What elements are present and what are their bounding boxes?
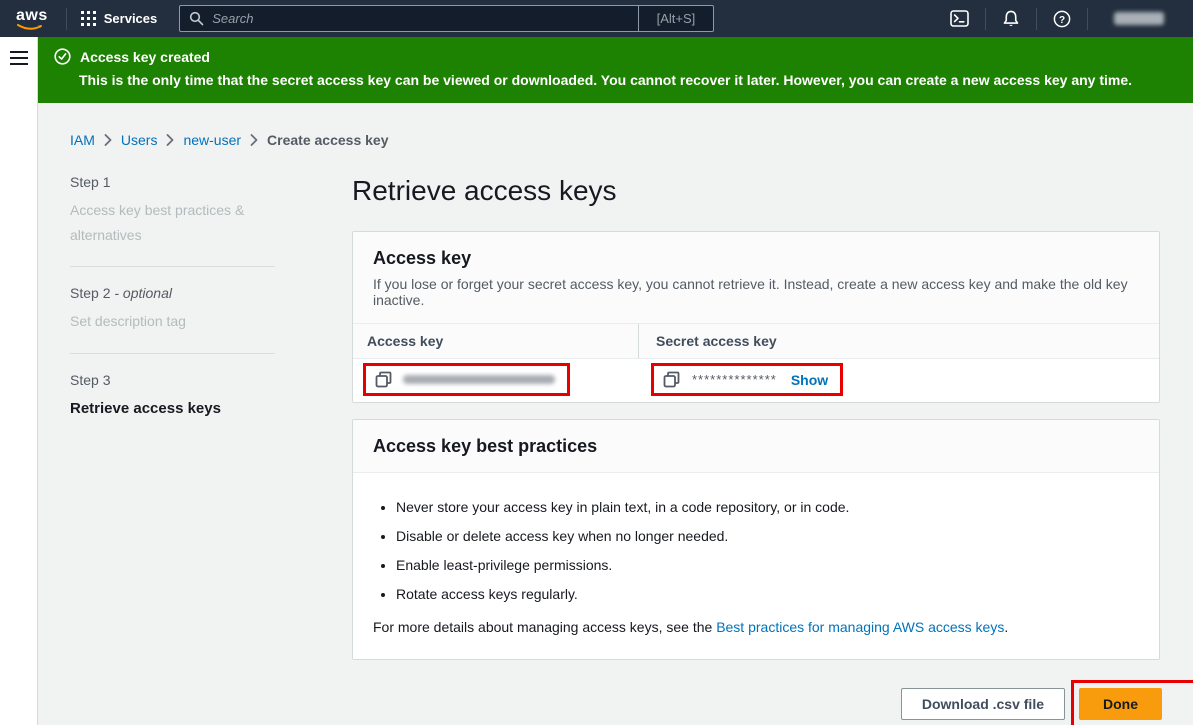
best-practices-card-title: Access key best practices [373,436,1139,457]
step-number: Step 2 - optional [70,285,275,301]
best-practice-item: Disable or delete access key when no lon… [396,528,1139,544]
search-shortcut-hint: [Alt+S] [638,6,714,31]
action-buttons-row: Download .csv file Done [352,680,1160,725]
search-placeholder: Search [212,11,637,26]
best-practice-item: Rotate access keys regularly. [396,586,1139,602]
help-icon: ? [1053,10,1071,28]
chevron-right-icon [166,134,174,146]
copy-icon[interactable] [375,371,392,388]
aws-logo[interactable]: aws [14,7,52,31]
footer-text: For more details about managing access k… [373,619,716,635]
content-area: Access key created This is the only time… [38,37,1193,725]
best-practices-card: Access key best practices Never store yo… [352,419,1160,660]
footer-text: . [1004,619,1008,635]
nav-divider [1087,8,1088,30]
breadcrumb-users[interactable]: Users [121,132,158,148]
best-practice-item: Never store your access key in plain tex… [396,499,1139,515]
breadcrumb-current: Create access key [267,132,388,148]
step-number: Step 1 [70,174,275,190]
page-title: Retrieve access keys [352,175,1160,207]
show-secret-link[interactable]: Show [791,372,828,388]
services-menu-button[interactable]: Services [81,11,158,26]
page-body: Access key created This is the only time… [0,37,1193,725]
flashbar-title: Access key created [80,49,210,65]
access-key-card: Access key If you lose or forget your se… [352,231,1160,403]
search-input[interactable]: Search [Alt+S] [179,5,714,32]
notifications-button[interactable] [989,10,1033,28]
cloudshell-button[interactable] [937,10,982,27]
cloudshell-icon [950,10,969,27]
left-rail [0,37,38,725]
svg-text:?: ? [1059,15,1065,26]
aws-smile-icon [17,24,43,31]
search-icon [189,11,204,26]
chevron-right-icon [104,134,112,146]
breadcrumb-new-user[interactable]: new-user [183,132,241,148]
services-grid-icon [81,11,96,26]
secret-key-column-header: Secret access key [638,324,1159,358]
key-table-header: Access key Secret access key [353,324,1159,359]
annotation-red-box-done: Done [1071,680,1193,725]
success-check-icon [54,48,71,65]
services-label: Services [104,11,158,26]
breadcrumb-iam[interactable]: IAM [70,132,95,148]
key-table-row: ************** Show [353,359,1159,402]
breadcrumb: IAM Users new-user Create access key [70,132,1161,148]
nav-right-group: ? [937,8,1181,30]
best-practices-card-header: Access key best practices [353,420,1159,473]
best-practices-card-body: Never store your access key in plain tex… [353,473,1159,659]
secret-key-cell: ************** Show [638,363,1159,396]
annotation-red-box-access-key [363,363,570,396]
wizard-steps: Step 1 Access key best practices & alter… [70,174,275,725]
success-flashbar: Access key created This is the only time… [38,37,1193,103]
step-divider [70,266,275,267]
flashbar-description: This is the only time that the secret ac… [79,72,1175,88]
access-key-value-redacted [403,375,555,384]
account-name-redacted [1114,12,1164,25]
step-label-current: Retrieve access keys [70,396,275,422]
best-practices-list: Never store your access key in plain tex… [373,499,1139,602]
access-key-column-header: Access key [353,324,638,358]
access-key-card-title: Access key [373,248,1139,269]
step-divider [70,353,275,354]
best-practices-link[interactable]: Best practices for managing AWS access k… [716,619,1004,635]
step-label: Set description tag [70,309,275,334]
download-csv-button[interactable]: Download .csv file [901,688,1065,720]
nav-divider [985,8,986,30]
chevron-right-icon [250,134,258,146]
access-key-card-header: Access key If you lose or forget your se… [353,232,1159,324]
nav-divider [66,8,67,30]
access-key-cell [353,363,638,396]
step-label: Access key best practices & alternatives [70,198,275,247]
aws-logo-text: aws [16,7,48,24]
top-navigation-bar: aws Services Search [Alt+S] [0,0,1193,37]
wizard-step-2: Step 2 - optional Set description tag [70,285,275,334]
hamburger-menu-icon[interactable] [9,50,29,66]
wizard-step-1: Step 1 Access key best practices & alter… [70,174,275,247]
wizard-step-3: Step 3 Retrieve access keys [70,372,275,422]
step-optional-label: - optional [114,285,172,301]
notifications-icon [1002,10,1020,28]
account-menu-button[interactable] [1091,12,1181,25]
copy-icon[interactable] [663,371,680,388]
step-number: Step 3 [70,372,275,388]
best-practices-footer: For more details about managing access k… [373,619,1139,635]
best-practice-item: Enable least-privilege permissions. [396,557,1139,573]
main-column: Retrieve access keys Access key If you l… [352,174,1160,725]
done-button[interactable]: Done [1079,688,1162,720]
secret-key-masked-value: ************** [692,372,777,387]
access-key-card-description: If you lose or forget your secret access… [373,276,1139,308]
annotation-red-box-secret-key: ************** Show [651,363,843,396]
help-button[interactable]: ? [1040,10,1084,28]
nav-divider [1036,8,1037,30]
